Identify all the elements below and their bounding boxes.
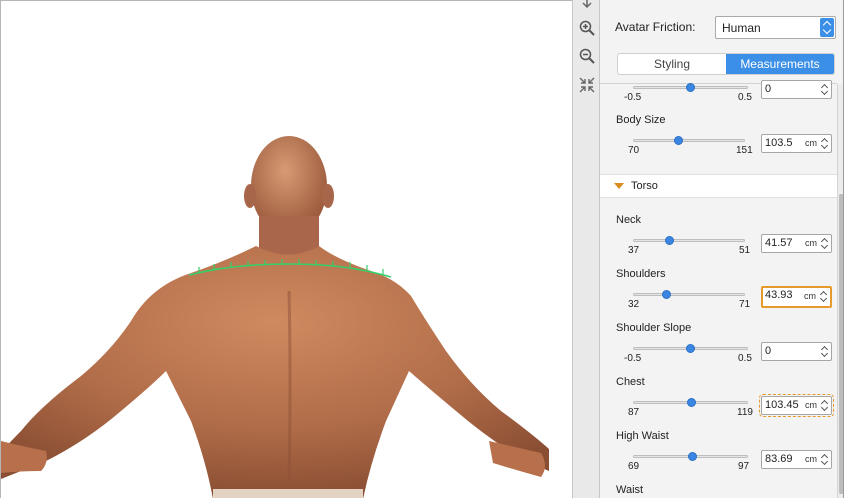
value-stepper[interactable]: 0 (761, 80, 832, 99)
neck-label: Neck (616, 214, 642, 226)
shoulders-value: 43.93 (765, 289, 793, 301)
shoulders-slider-thumb[interactable] (661, 290, 671, 299)
body-size-value: 103.5 (765, 137, 793, 149)
avatar-figure (1, 136, 549, 498)
high-waist-max: 97 (738, 461, 750, 472)
shoulder-slope-value: 0 (765, 345, 772, 357)
chest-unit: cm (805, 400, 817, 410)
shoulder-slope-max: 0.5 (738, 353, 752, 364)
avatar-friction-label: Avatar Friction: (615, 20, 696, 34)
move-down-icon[interactable] (578, 0, 596, 12)
torso-section-header[interactable]: Torso (600, 174, 837, 198)
chest-value: 103.45 (765, 399, 799, 411)
avatar-viewport[interactable] (0, 0, 572, 498)
shoulder-slope-stepper[interactable]: 0 (761, 342, 832, 361)
shoulders-slider-track[interactable] (633, 293, 745, 296)
chest-min: 87 (628, 407, 640, 418)
neck-value: 41.57 (765, 237, 793, 249)
neck-min: 37 (628, 245, 640, 256)
stepper-arrows-icon[interactable] (820, 290, 827, 303)
zoom-in-icon[interactable] (578, 19, 596, 37)
shoulders-max: 71 (739, 299, 751, 310)
stepper-arrows-icon[interactable] (821, 137, 828, 150)
shoulders-unit: cm (804, 291, 816, 301)
neck-unit: cm (805, 238, 817, 248)
tab-measurements[interactable]: Measurements (726, 54, 834, 74)
tab-styling[interactable]: Styling (618, 54, 726, 74)
panel-tabs: Styling Measurements (617, 53, 835, 75)
high-waist-min: 69 (628, 461, 640, 472)
waist-label: Waist (616, 484, 644, 496)
stepper-arrows-icon[interactable] (821, 399, 828, 412)
stepper-arrows-icon[interactable] (821, 83, 828, 96)
scrollbar-thumb[interactable] (839, 194, 843, 494)
body-size-max: 151 (736, 145, 753, 156)
shoulder-slope-label: Shoulder Slope (616, 322, 692, 334)
avatar-friction-select[interactable]: Human (715, 16, 836, 39)
body-size-unit: cm (805, 138, 817, 148)
chest-slider-thumb[interactable] (686, 398, 696, 407)
collapse-icon[interactable] (578, 76, 596, 94)
high-waist-slider-thumb[interactable] (687, 452, 697, 461)
viewport-toolbar (572, 0, 600, 498)
shoulders-stepper[interactable]: 43.93 cm (761, 286, 832, 308)
shoulders-label: Shoulders (616, 268, 666, 280)
panel-scrollbar[interactable] (837, 84, 843, 498)
chevron-updown-icon (820, 18, 834, 37)
avatar-friction-value: Human (722, 21, 761, 35)
body-size-slider-thumb[interactable] (673, 136, 683, 145)
neck-stepper[interactable]: 41.57 cm (761, 234, 832, 253)
shoulder-slope-slider-thumb[interactable] (685, 344, 695, 353)
stepper-arrows-icon[interactable] (821, 453, 828, 466)
shoulder-slope-min: -0.5 (624, 353, 642, 364)
torso-section-title: Torso (631, 180, 658, 192)
stepper-arrows-icon[interactable] (821, 345, 828, 358)
slider-min: -0.5 (624, 92, 642, 103)
high-waist-label: High Waist (616, 430, 669, 442)
body-size-slider-track[interactable] (633, 139, 745, 142)
neck-slider-track[interactable] (633, 239, 745, 242)
stepper-value: 0 (765, 83, 772, 95)
chest-max: 119 (737, 407, 753, 418)
chest-stepper[interactable]: 103.45 cm (759, 394, 834, 417)
caret-down-icon (614, 183, 624, 189)
high-waist-unit: cm (805, 454, 817, 464)
neck-max: 51 (739, 245, 751, 256)
shoulders-min: 32 (628, 299, 640, 310)
zoom-out-icon[interactable] (578, 47, 596, 65)
slider-thumb[interactable] (685, 83, 695, 92)
body-size-stepper[interactable]: 103.5 cm (761, 134, 832, 153)
high-waist-stepper[interactable]: 83.69 cm (761, 450, 832, 469)
body-size-label: Body Size (616, 114, 666, 126)
measurements-panel: Avatar Friction: Human Styling Measureme… (600, 0, 844, 498)
body-size-min: 70 (628, 145, 640, 156)
chest-label: Chest (616, 376, 645, 388)
stepper-arrows-icon[interactable] (821, 237, 828, 250)
neck-slider-thumb[interactable] (664, 236, 674, 245)
slider-max: 0.5 (738, 92, 752, 103)
high-waist-value: 83.69 (765, 453, 793, 465)
